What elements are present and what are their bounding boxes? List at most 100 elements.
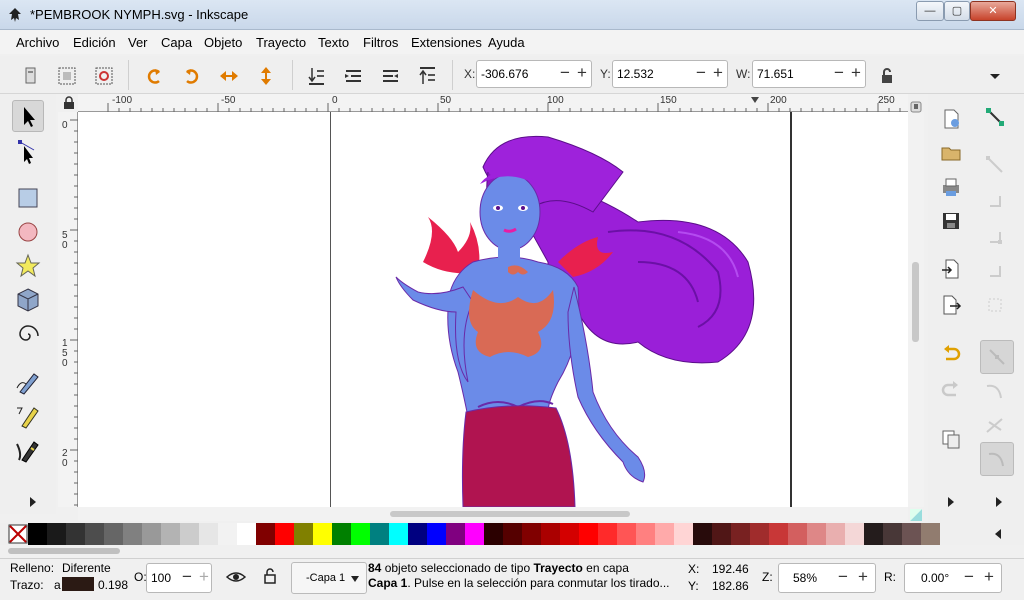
snap-bbox-midpoint-icon[interactable]: [984, 260, 1006, 282]
select-all-layers-icon[interactable]: [56, 65, 78, 87]
color-swatch[interactable]: [636, 523, 655, 545]
menu-capa[interactable]: Capa: [161, 35, 192, 50]
save-icon[interactable]: [940, 210, 962, 232]
color-swatch[interactable]: [503, 523, 522, 545]
color-swatch[interactable]: [864, 523, 883, 545]
color-swatch[interactable]: [902, 523, 921, 545]
color-swatch[interactable]: [807, 523, 826, 545]
lower-icon[interactable]: [342, 65, 364, 87]
fill-value[interactable]: Diferente: [62, 561, 111, 575]
vertical-scrollbar[interactable]: [908, 101, 924, 507]
color-swatch[interactable]: [883, 523, 902, 545]
opacity-value[interactable]: 100: [151, 571, 171, 585]
w-decrement-button[interactable]: −: [831, 63, 847, 83]
close-button[interactable]: ✕: [970, 1, 1016, 21]
guide-lock-icon[interactable]: [62, 96, 76, 110]
zoom-spinbox[interactable]: 58% − +: [778, 563, 876, 593]
opacity-spinbox[interactable]: 100 − +: [146, 563, 212, 593]
redo-icon[interactable]: [940, 378, 962, 400]
lock-ratio-icon[interactable]: [876, 65, 898, 87]
print-icon[interactable]: [940, 176, 962, 198]
menu-objeto[interactable]: Objeto: [204, 35, 242, 50]
color-swatch[interactable]: [85, 523, 104, 545]
color-swatch[interactable]: [389, 523, 408, 545]
ellipse-tool[interactable]: [12, 216, 44, 248]
color-swatch[interactable]: [332, 523, 351, 545]
color-swatch[interactable]: [123, 523, 142, 545]
color-swatch[interactable]: [28, 523, 47, 545]
x-decrement-button[interactable]: −: [557, 63, 573, 83]
color-swatch[interactable]: [541, 523, 560, 545]
stroke-color-swatch[interactable]: [62, 577, 94, 591]
layer-lock-icon[interactable]: [262, 567, 278, 585]
spiral-tool[interactable]: [12, 318, 44, 350]
color-swatch[interactable]: [769, 523, 788, 545]
toolbar-overflow-icon[interactable]: [984, 65, 1006, 87]
opacity-increment-button[interactable]: +: [196, 567, 212, 587]
rotation-spinbox[interactable]: 0.00° − +: [904, 563, 1002, 593]
stroke-width-value[interactable]: 0.198: [98, 578, 128, 592]
menu-archivo[interactable]: Archivo: [16, 35, 59, 50]
color-swatch[interactable]: [218, 523, 237, 545]
color-swatch[interactable]: [256, 523, 275, 545]
color-swatch[interactable]: [275, 523, 294, 545]
opacity-decrement-button[interactable]: −: [179, 567, 195, 587]
lower-to-bottom-icon[interactable]: [305, 65, 327, 87]
color-swatch[interactable]: [826, 523, 845, 545]
w-spinbox[interactable]: 71.651 − +: [752, 60, 866, 88]
color-swatch[interactable]: [788, 523, 807, 545]
color-swatch[interactable]: [655, 523, 674, 545]
y-spinbox[interactable]: 12.532 − +: [612, 60, 728, 88]
selector-tool[interactable]: [12, 100, 44, 132]
toolbox-more-icon[interactable]: [28, 496, 38, 508]
undo-icon[interactable]: [940, 342, 962, 364]
minimize-button[interactable]: —: [916, 1, 944, 21]
rotate-ccw-icon[interactable]: [143, 65, 165, 87]
layer-dropdown[interactable]: -Capa 1: [291, 562, 367, 594]
menu-trayecto[interactable]: Trayecto: [256, 35, 306, 50]
color-swatch[interactable]: [674, 523, 693, 545]
color-swatch[interactable]: [731, 523, 750, 545]
w-value[interactable]: 71.651: [757, 67, 794, 81]
snap-nodes-toggle[interactable]: [980, 340, 1014, 374]
horizontal-scrollbar[interactable]: [78, 507, 908, 521]
color-swatch[interactable]: [845, 523, 864, 545]
w-increment-button[interactable]: +: [848, 63, 864, 83]
zoom-decrement-button[interactable]: −: [835, 567, 851, 587]
palette-scroll-thumb[interactable]: [8, 548, 120, 554]
vertical-scroll-thumb[interactable]: [912, 262, 919, 342]
color-swatch[interactable]: [408, 523, 427, 545]
select-all-icon[interactable]: [20, 65, 42, 87]
color-swatch[interactable]: [104, 523, 123, 545]
color-swatch[interactable]: [579, 523, 598, 545]
x-spinbox[interactable]: -306.676 − +: [476, 60, 592, 88]
palette-menu-icon[interactable]: [992, 528, 1004, 540]
snap-intersections-icon[interactable]: [984, 414, 1006, 436]
commands-more-icon[interactable]: [946, 496, 956, 508]
export-icon[interactable]: [940, 294, 962, 316]
x-value[interactable]: -306.676: [481, 67, 528, 81]
color-swatch[interactable]: [47, 523, 66, 545]
rotate-cw-icon[interactable]: [181, 65, 203, 87]
zoom-increment-button[interactable]: +: [855, 567, 871, 587]
color-swatch[interactable]: [560, 523, 579, 545]
color-swatch[interactable]: [370, 523, 389, 545]
color-swatch[interactable]: [142, 523, 161, 545]
flip-horizontal-icon[interactable]: [218, 65, 240, 87]
color-swatch[interactable]: [66, 523, 85, 545]
menu-filtros[interactable]: Filtros: [363, 35, 398, 50]
snap-bbox-center-icon[interactable]: [984, 294, 1006, 316]
snap-paths-icon[interactable]: [984, 380, 1006, 402]
import-icon[interactable]: [940, 258, 962, 280]
snap-bbox-edge-icon[interactable]: [984, 190, 1006, 212]
color-swatch[interactable]: [693, 523, 712, 545]
no-paint-icon[interactable]: [8, 524, 28, 544]
x-increment-button[interactable]: +: [574, 63, 590, 83]
y-decrement-button[interactable]: −: [693, 63, 709, 83]
color-swatch[interactable]: [237, 523, 256, 545]
color-swatch[interactable]: [522, 523, 541, 545]
color-swatch[interactable]: [484, 523, 503, 545]
raise-to-top-icon[interactable]: [416, 65, 438, 87]
rotation-increment-button[interactable]: +: [981, 567, 997, 587]
open-folder-icon[interactable]: [940, 142, 962, 164]
